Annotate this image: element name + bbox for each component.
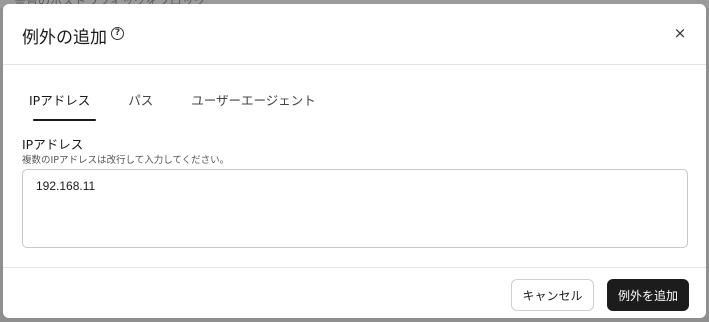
- dialog-title: 例外の追加: [22, 28, 107, 48]
- dialog-header: 例外の追加 ? ×: [3, 4, 706, 65]
- tab-user-agent[interactable]: ユーザーエージェント: [189, 90, 318, 114]
- dialog-footer: キャンセル 例外を追加: [3, 267, 706, 318]
- close-icon[interactable]: ×: [672, 25, 688, 41]
- exception-type-tabs: IPアドレス パス ユーザーエージェント: [27, 90, 352, 121]
- tab-path[interactable]: パス: [126, 90, 155, 114]
- ip-field-help-text: 複数のIPアドレスは改行して入力してください。: [22, 155, 230, 166]
- cancel-button[interactable]: キャンセル: [511, 279, 594, 311]
- add-exception-dialog: 例外の追加 ? × IPアドレス パス ユーザーエージェント IPアドレス 複数…: [3, 4, 706, 318]
- ip-address-textarea[interactable]: 192.168.11: [22, 169, 688, 248]
- tab-ip-address[interactable]: IPアドレス: [27, 90, 97, 121]
- help-icon[interactable]: ?: [111, 27, 124, 40]
- ip-field-label: IPアドレス: [22, 137, 84, 152]
- add-exception-button[interactable]: 例外を追加: [607, 279, 689, 311]
